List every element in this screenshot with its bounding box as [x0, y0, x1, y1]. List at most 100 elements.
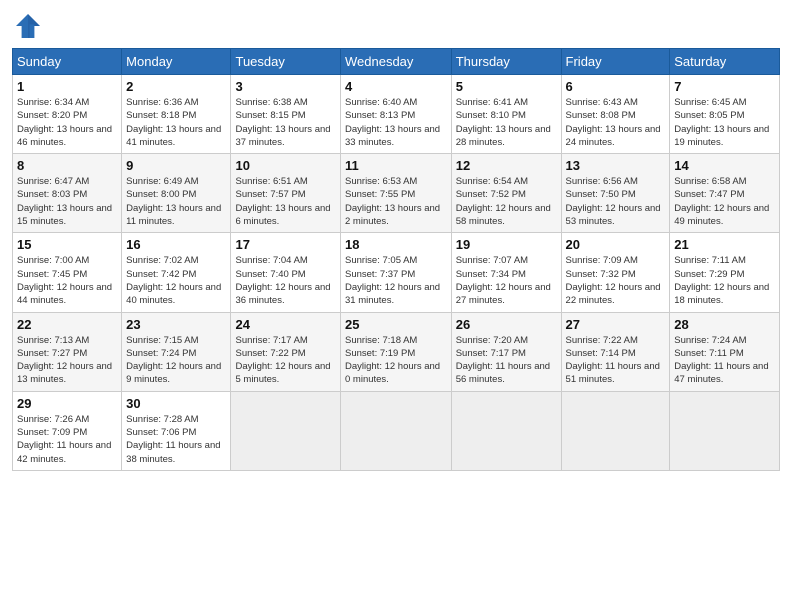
day-info: Sunrise: 7:00 AMSunset: 7:45 PMDaylight:…: [17, 254, 117, 307]
calendar-week: 8Sunrise: 6:47 AMSunset: 8:03 PMDaylight…: [13, 154, 780, 233]
day-info: Sunrise: 7:13 AMSunset: 7:27 PMDaylight:…: [17, 334, 117, 387]
table-row: 8Sunrise: 6:47 AMSunset: 8:03 PMDaylight…: [13, 154, 122, 233]
header: [12, 10, 780, 42]
day-info: Sunrise: 6:49 AMSunset: 8:00 PMDaylight:…: [126, 175, 226, 228]
day-info: Sunrise: 7:28 AMSunset: 7:06 PMDaylight:…: [126, 413, 226, 466]
table-row: 6 Sunrise: 6:43 AMSunset: 8:08 PMDaylight…: [561, 75, 670, 154]
table-row: 26Sunrise: 7:20 AMSunset: 7:17 PMDayligh…: [451, 312, 561, 391]
day-info: Sunrise: 7:17 AMSunset: 7:22 PMDaylight:…: [235, 334, 336, 387]
day-number: 27: [566, 317, 666, 332]
table-row: 14Sunrise: 6:58 AMSunset: 7:47 PMDayligh…: [670, 154, 780, 233]
day-number: 29: [17, 396, 117, 411]
table-row: 25 Sunrise: 7:18 AMSunset: 7:19 PMDayligh…: [341, 312, 452, 391]
table-row: 12 Sunrise: 6:54 AMSunset: 7:52 PMDayligh…: [451, 154, 561, 233]
day-number: 2: [126, 79, 226, 94]
day-info: Sunrise: 7:15 AMSunset: 7:24 PMDaylight:…: [126, 334, 226, 387]
table-row: 7 Sunrise: 6:45 AMSunset: 8:05 PMDaylight…: [670, 75, 780, 154]
day-info: Sunrise: 7:02 AMSunset: 7:42 PMDaylight:…: [126, 254, 226, 307]
table-row: 3 Sunrise: 6:38 AMSunset: 8:15 PMDaylight…: [231, 75, 341, 154]
day-number: 23: [126, 317, 226, 332]
day-number: 11: [345, 158, 447, 173]
table-row: [670, 391, 780, 470]
day-number: 12: [456, 158, 557, 173]
day-number: 9: [126, 158, 226, 173]
day-info: Sunrise: 6:43 AMSunset: 8:08 PMDaylight:…: [566, 96, 666, 149]
day-info: Sunrise: 7:11 AMSunset: 7:29 PMDaylight:…: [674, 254, 775, 307]
day-number: 28: [674, 317, 775, 332]
table-row: 20Sunrise: 7:09 AMSunset: 7:32 PMDayligh…: [561, 233, 670, 312]
calendar-week: 1Sunrise: 6:34 AMSunset: 8:20 PMDaylight…: [13, 75, 780, 154]
table-row: 2 Sunrise: 6:36 AMSunset: 8:18 PMDaylight…: [122, 75, 231, 154]
table-row: 23 Sunrise: 7:15 AMSunset: 7:24 PMDayligh…: [122, 312, 231, 391]
table-row: 4 Sunrise: 6:40 AMSunset: 8:13 PMDaylight…: [341, 75, 452, 154]
logo-icon: [12, 10, 44, 42]
day-number: 26: [456, 317, 557, 332]
day-info: Sunrise: 7:24 AMSunset: 7:11 PMDaylight:…: [674, 334, 775, 387]
day-info: Sunrise: 6:51 AMSunset: 7:57 PMDaylight:…: [235, 175, 336, 228]
day-number: 5: [456, 79, 557, 94]
day-number: 15: [17, 237, 117, 252]
logo: [12, 10, 48, 42]
table-row: 28 Sunrise: 7:24 AMSunset: 7:11 PMDayligh…: [670, 312, 780, 391]
col-friday: Friday: [561, 49, 670, 75]
day-number: 10: [235, 158, 336, 173]
day-info: Sunrise: 6:41 AMSunset: 8:10 PMDaylight:…: [456, 96, 557, 149]
day-number: 3: [235, 79, 336, 94]
day-number: 30: [126, 396, 226, 411]
day-info: Sunrise: 6:56 AMSunset: 7:50 PMDaylight:…: [566, 175, 666, 228]
day-info: Sunrise: 7:18 AMSunset: 7:19 PMDaylight:…: [345, 334, 447, 387]
table-row: 21Sunrise: 7:11 AMSunset: 7:29 PMDayligh…: [670, 233, 780, 312]
day-info: Sunrise: 6:53 AMSunset: 7:55 PMDaylight:…: [345, 175, 447, 228]
table-row: 22 Sunrise: 7:13 AMSunset: 7:27 PMDayligh…: [13, 312, 122, 391]
day-info: Sunrise: 7:09 AMSunset: 7:32 PMDaylight:…: [566, 254, 666, 307]
col-monday: Monday: [122, 49, 231, 75]
table-row: [341, 391, 452, 470]
table-row: 9 Sunrise: 6:49 AMSunset: 8:00 PMDaylight…: [122, 154, 231, 233]
table-row: [561, 391, 670, 470]
day-info: Sunrise: 7:05 AMSunset: 7:37 PMDaylight:…: [345, 254, 447, 307]
day-info: Sunrise: 7:22 AMSunset: 7:14 PMDaylight:…: [566, 334, 666, 387]
table-row: 24 Sunrise: 7:17 AMSunset: 7:22 PMDayligh…: [231, 312, 341, 391]
day-number: 17: [235, 237, 336, 252]
table-row: 5 Sunrise: 6:41 AMSunset: 8:10 PMDaylight…: [451, 75, 561, 154]
day-info: Sunrise: 6:45 AMSunset: 8:05 PMDaylight:…: [674, 96, 775, 149]
table-row: 17Sunrise: 7:04 AMSunset: 7:40 PMDayligh…: [231, 233, 341, 312]
table-row: [451, 391, 561, 470]
header-row: Sunday Monday Tuesday Wednesday Thursday…: [13, 49, 780, 75]
day-number: 22: [17, 317, 117, 332]
table-row: 15 Sunrise: 7:00 AMSunset: 7:45 PMDayligh…: [13, 233, 122, 312]
day-number: 6: [566, 79, 666, 94]
calendar-week: 29 Sunrise: 7:26 AMSunset: 7:09 PMDayligh…: [13, 391, 780, 470]
day-number: 7: [674, 79, 775, 94]
day-info: Sunrise: 7:07 AMSunset: 7:34 PMDaylight:…: [456, 254, 557, 307]
calendar-week: 15 Sunrise: 7:00 AMSunset: 7:45 PMDayligh…: [13, 233, 780, 312]
day-info: Sunrise: 6:54 AMSunset: 7:52 PMDaylight:…: [456, 175, 557, 228]
calendar-week: 22 Sunrise: 7:13 AMSunset: 7:27 PMDayligh…: [13, 312, 780, 391]
table-row: 19 Sunrise: 7:07 AMSunset: 7:34 PMDayligh…: [451, 233, 561, 312]
day-number: 25: [345, 317, 447, 332]
table-row: 30 Sunrise: 7:28 AMSunset: 7:06 PMDayligh…: [122, 391, 231, 470]
table-row: 27 Sunrise: 7:22 AMSunset: 7:14 PMDayligh…: [561, 312, 670, 391]
col-thursday: Thursday: [451, 49, 561, 75]
table-row: 10 Sunrise: 6:51 AMSunset: 7:57 PMDayligh…: [231, 154, 341, 233]
page-container: Sunday Monday Tuesday Wednesday Thursday…: [0, 0, 792, 481]
day-number: 16: [126, 237, 226, 252]
day-number: 24: [235, 317, 336, 332]
col-saturday: Saturday: [670, 49, 780, 75]
day-info: Sunrise: 6:40 AMSunset: 8:13 PMDaylight:…: [345, 96, 447, 149]
day-info: Sunrise: 7:26 AMSunset: 7:09 PMDaylight:…: [17, 413, 117, 466]
table-row: 18Sunrise: 7:05 AMSunset: 7:37 PMDayligh…: [341, 233, 452, 312]
calendar-table: Sunday Monday Tuesday Wednesday Thursday…: [12, 48, 780, 471]
day-number: 1: [17, 79, 117, 94]
table-row: 29 Sunrise: 7:26 AMSunset: 7:09 PMDayligh…: [13, 391, 122, 470]
day-info: Sunrise: 6:47 AMSunset: 8:03 PMDaylight:…: [17, 175, 117, 228]
col-tuesday: Tuesday: [231, 49, 341, 75]
day-number: 19: [456, 237, 557, 252]
day-number: 4: [345, 79, 447, 94]
day-info: Sunrise: 6:38 AMSunset: 8:15 PMDaylight:…: [235, 96, 336, 149]
day-info: Sunrise: 6:36 AMSunset: 8:18 PMDaylight:…: [126, 96, 226, 149]
col-sunday: Sunday: [13, 49, 122, 75]
day-number: 13: [566, 158, 666, 173]
table-row: 16 Sunrise: 7:02 AMSunset: 7:42 PMDayligh…: [122, 233, 231, 312]
table-row: [231, 391, 341, 470]
